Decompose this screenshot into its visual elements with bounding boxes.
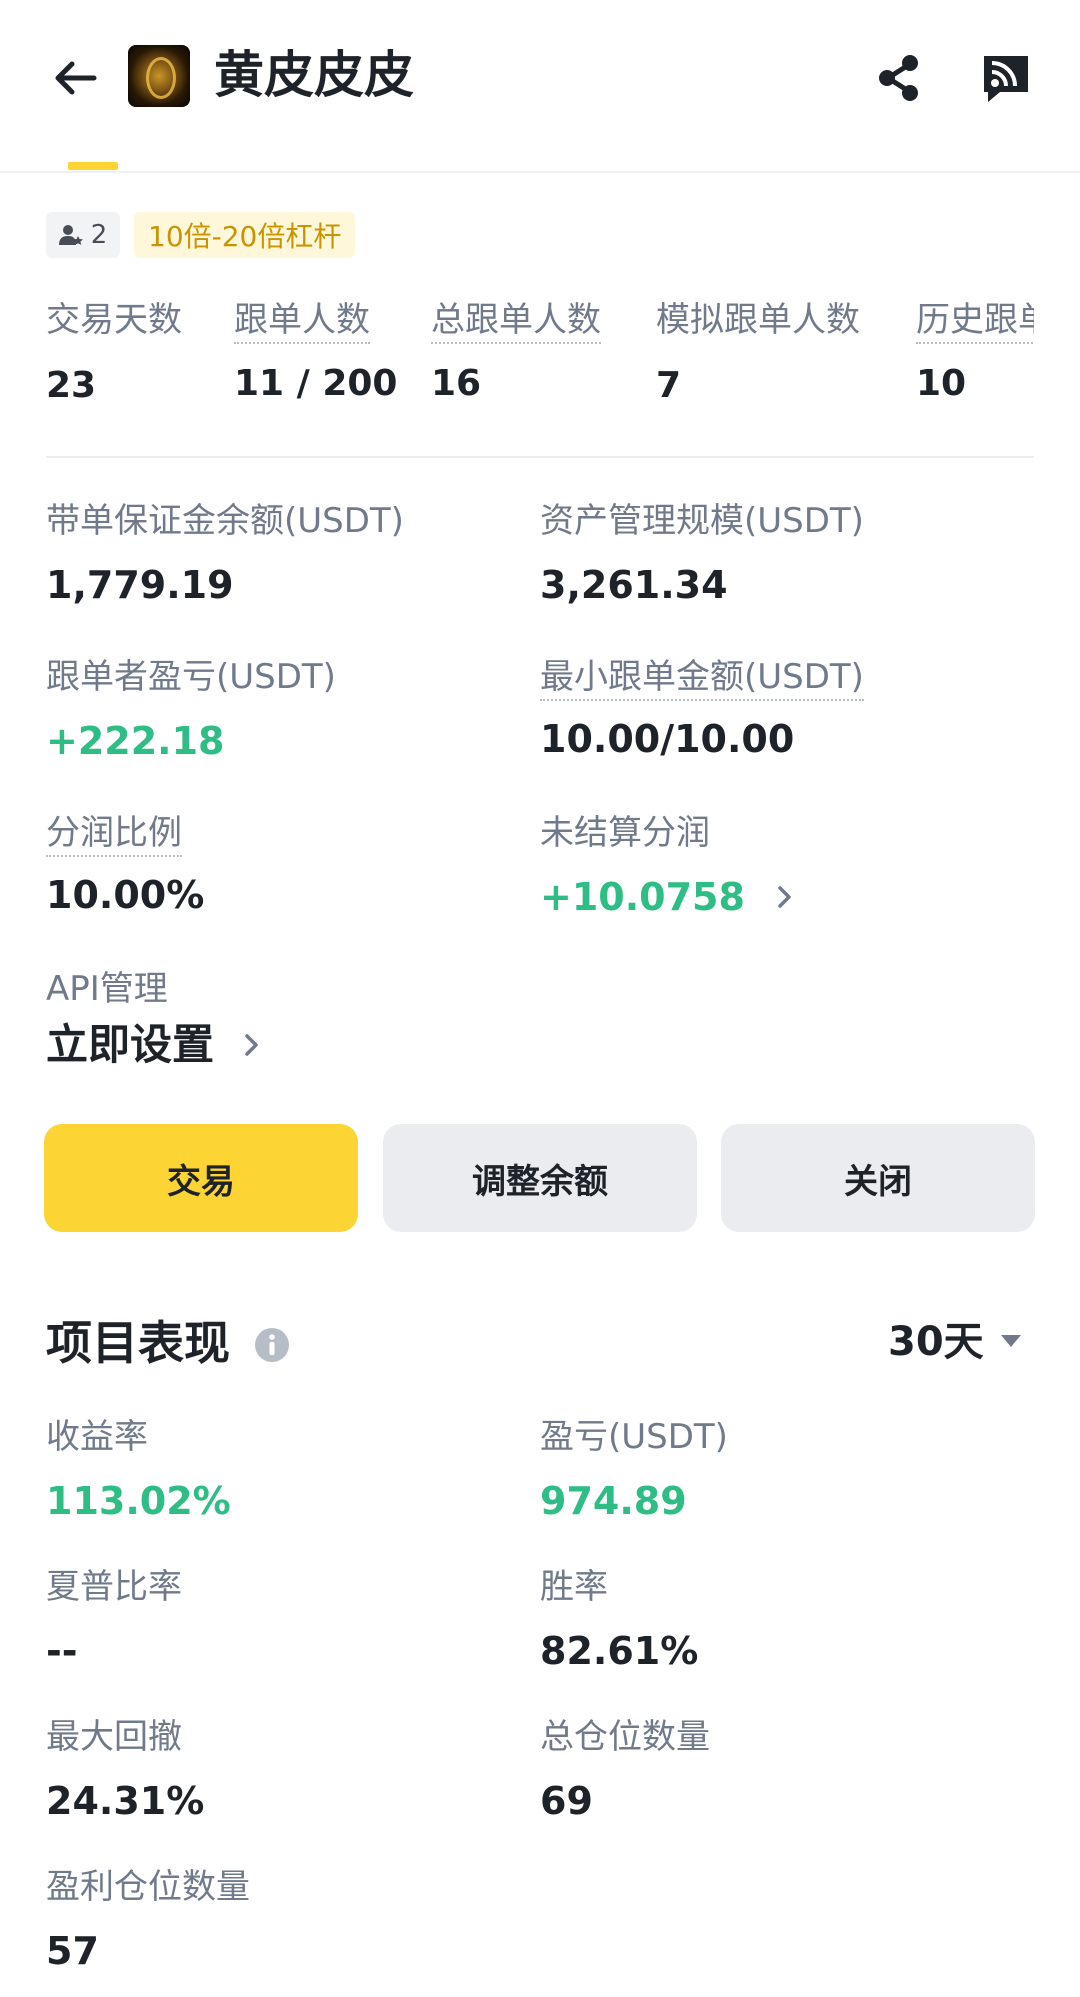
kv-label: 盈亏(USDT) — [540, 1417, 728, 1457]
header-divider — [0, 171, 1080, 173]
kv-label: 带单保证金余额(USDT) — [46, 501, 404, 541]
stat-label: 总跟单人数 — [431, 300, 601, 344]
kv-label: API管理 — [46, 969, 168, 1009]
kv-label: 未结算分润 — [540, 813, 710, 853]
metric-win-rate: 胜率 82.61% — [540, 1563, 698, 1677]
kv-label: 最大回撤 — [46, 1717, 182, 1757]
metric-total-positions: 总仓位数量 69 — [540, 1713, 710, 1827]
feed-icon[interactable] — [978, 50, 1034, 106]
kv-value: 57 — [46, 1929, 99, 1973]
close-button[interactable]: 关闭 — [721, 1124, 1035, 1232]
kv-label: 收益率 — [46, 1417, 148, 1457]
tab-indicator — [68, 162, 118, 170]
kv-label: 胜率 — [540, 1567, 608, 1607]
kv-value: -- — [46, 1629, 78, 1673]
section-divider — [46, 456, 1034, 458]
kv-value: 69 — [540, 1779, 593, 1823]
api-management[interactable]: API管理 立即设置 — [46, 965, 262, 1071]
follower-pnl: 跟单者盈亏(USDT) +222.18 — [46, 653, 336, 767]
metric-profit-positions: 盈利仓位数量 57 — [46, 1863, 250, 1977]
metric-pnl: 盈亏(USDT) 974.89 — [540, 1413, 728, 1527]
setup-now-link[interactable]: 立即设置 — [46, 1019, 214, 1071]
follower-count: 2 — [90, 220, 108, 250]
section-title: 项目表现 — [46, 1316, 230, 1370]
margin-balance: 带单保证金余额(USDT) 1,779.19 — [46, 497, 404, 611]
kv-value: 1,779.19 — [46, 563, 234, 607]
stat-total-followers[interactable]: 总跟单人数 16 — [431, 296, 601, 408]
stat-value: 11 / 200 — [234, 363, 398, 404]
caret-down-icon[interactable] — [1000, 1334, 1022, 1348]
avatar — [128, 45, 190, 107]
kv-value: 113.02% — [46, 1479, 231, 1523]
stat-label: 历史跟单 — [916, 300, 1034, 344]
kv-value: 24.31% — [46, 1779, 205, 1823]
kv-value: +222.18 — [46, 719, 225, 763]
arrow-left-icon[interactable] — [48, 50, 104, 106]
stat-label: 跟单人数 — [234, 300, 370, 344]
stat-value: 10 — [916, 363, 967, 404]
kv-value: 3,261.34 — [540, 563, 728, 607]
stat-trading-days: 交易天数 23 — [46, 296, 182, 410]
stat-value: 16 — [431, 363, 482, 404]
chevron-right-icon[interactable] — [775, 883, 795, 911]
share-icon[interactable] — [872, 50, 928, 106]
chevron-right-icon[interactable] — [242, 1031, 262, 1059]
stat-label: 交易天数 — [46, 300, 182, 340]
kv-label: 跟单者盈亏(USDT) — [46, 657, 336, 697]
stat-followers[interactable]: 跟单人数 11 / 200 — [234, 296, 397, 408]
follower-tag: 2 — [46, 212, 120, 258]
profit-share[interactable]: 分润比例 10.00% — [46, 809, 204, 921]
kv-label: 资产管理规模(USDT) — [540, 501, 864, 541]
unsettled-profit-share[interactable]: 未结算分润 +10.0758 — [540, 809, 795, 923]
kv-label: 总仓位数量 — [540, 1717, 710, 1757]
kv-label: 分润比例 — [46, 813, 182, 857]
kv-label: 最小跟单金额(USDT) — [540, 657, 864, 701]
kv-label: 盈利仓位数量 — [46, 1867, 250, 1907]
adjust-balance-button[interactable]: 调整余额 — [383, 1124, 697, 1232]
kv-value: 10.00% — [46, 873, 205, 917]
trade-button[interactable]: 交易 — [44, 1124, 358, 1232]
stats-row: 交易天数 23 跟单人数 11 / 200 总跟单人数 16 模拟跟单人数 7 … — [46, 296, 1034, 426]
kv-value: 10.00/10.00 — [540, 717, 795, 761]
metric-max-drawdown: 最大回撤 24.31% — [46, 1713, 204, 1827]
stat-sim-followers: 模拟跟单人数 7 — [656, 296, 860, 410]
stat-history-followers[interactable]: 历史跟单 10 — [916, 296, 1034, 408]
metric-sharpe: 夏普比率 -- — [46, 1563, 182, 1677]
info-icon[interactable] — [254, 1327, 290, 1363]
stat-value: 7 — [656, 365, 682, 406]
min-copy-amount[interactable]: 最小跟单金额(USDT) 10.00/10.00 — [540, 653, 864, 765]
stat-label: 模拟跟单人数 — [656, 300, 860, 340]
kv-value: 974.89 — [540, 1479, 687, 1523]
page-title: 黄皮皮皮 — [214, 46, 414, 104]
stat-value: 23 — [46, 365, 97, 406]
kv-value: +10.0758 — [540, 875, 745, 919]
metric-roi: 收益率 113.02% — [46, 1413, 231, 1527]
period-selector[interactable]: 30天 — [888, 1312, 984, 1372]
users-icon — [58, 225, 83, 245]
leverage-tag: 10倍-20倍杠杆 — [134, 212, 356, 258]
kv-label: 夏普比率 — [46, 1567, 182, 1607]
aum: 资产管理规模(USDT) 3,261.34 — [540, 497, 864, 611]
kv-value: 82.61% — [540, 1629, 699, 1673]
